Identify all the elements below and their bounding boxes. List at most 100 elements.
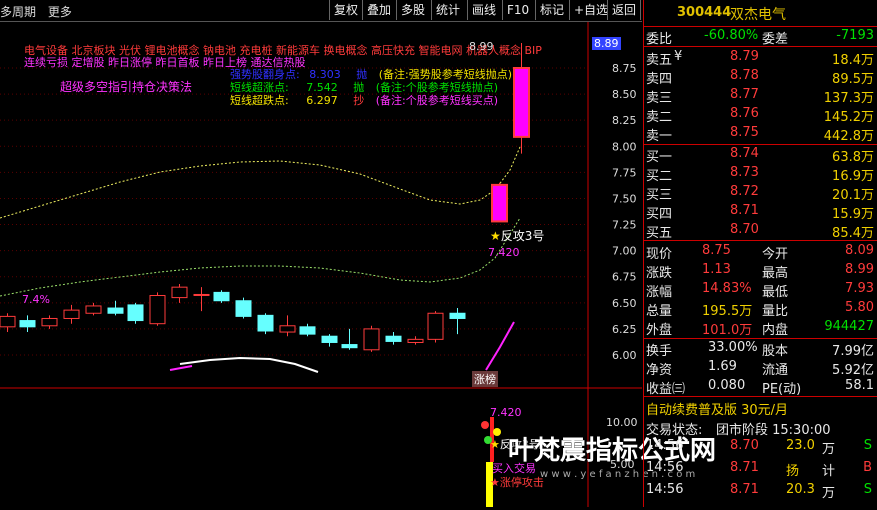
fuquan-button[interactable]: 复权 bbox=[329, 0, 362, 20]
stat2-row[interactable]: 换手 33.00% 股本 7.99亿 bbox=[644, 339, 877, 359]
candle-body[interactable] bbox=[513, 67, 530, 138]
stat-value-2: 7.93 bbox=[845, 281, 874, 296]
bid-volume: 63.8万 bbox=[832, 150, 874, 165]
candle-body[interactable] bbox=[341, 344, 358, 349]
stat-row[interactable]: 外盘 101.0万 内盘 944427 bbox=[644, 318, 877, 338]
pct-label: 7.4% bbox=[22, 293, 50, 306]
stat2-value: 33.00% bbox=[708, 340, 758, 355]
more-button[interactable]: 更多 bbox=[48, 5, 72, 19]
quote-panel: 300444 双杰电气 委比 -60.80% 委差 -7193 卖五 ¥8.79 1… bbox=[643, 0, 877, 507]
stat-label: 涨跌 bbox=[646, 266, 673, 281]
candle-body[interactable] bbox=[427, 312, 444, 340]
ask-row[interactable]: 卖一 8.75 442.8万 bbox=[644, 124, 877, 144]
add-watchlist-button[interactable]: +自选 bbox=[569, 0, 612, 20]
candle-body[interactable] bbox=[0, 315, 16, 328]
candle-body[interactable] bbox=[85, 305, 102, 314]
candle-body[interactable] bbox=[279, 325, 296, 333]
tick-row[interactable]: 14:56 8.70 23.0 万 S bbox=[644, 437, 877, 457]
tick-time: 14:56 bbox=[646, 438, 684, 453]
candle-body[interactable] bbox=[149, 295, 166, 325]
stat2-row[interactable]: 收益㈢ 0.080 PE(动) 58.1 bbox=[644, 377, 877, 397]
stat-row[interactable]: 现价 8.75 今开 8.09 bbox=[644, 242, 877, 262]
y-tick-label: 8.75 bbox=[612, 62, 637, 75]
bid-row[interactable]: 买一 8.74 63.8万 bbox=[644, 145, 877, 165]
candle-body[interactable] bbox=[63, 309, 80, 319]
ask-price: 8.79 bbox=[730, 49, 759, 64]
promo-row[interactable]: 自动续费普及版 30元/月 bbox=[644, 398, 877, 418]
candle-body[interactable] bbox=[299, 326, 316, 335]
draw-line-button[interactable]: 画线 bbox=[467, 0, 500, 20]
ask-label: 卖二 bbox=[646, 110, 673, 125]
bid-price: 8.71 bbox=[730, 203, 759, 218]
bid-row[interactable]: 买五 8.70 85.4万 bbox=[644, 221, 877, 241]
high-price-label: 8.99 bbox=[469, 40, 494, 53]
limit-up-label: ★涨停攻击 bbox=[490, 476, 544, 489]
stat-row[interactable]: 涨跌 1.13 最高 8.99 bbox=[644, 261, 877, 281]
trade-state-row: 交易状态: 团市阶段 15:30:00 bbox=[646, 423, 831, 438]
y-tick-label: 7.00 bbox=[612, 245, 637, 258]
tick-side: S bbox=[863, 438, 872, 453]
stock-code: 300444 bbox=[677, 5, 732, 20]
ask-row[interactable]: 卖五 ¥8.79 18.4万 bbox=[644, 48, 877, 68]
candle-body[interactable] bbox=[491, 183, 508, 223]
y-tick-label: 8.50 bbox=[612, 88, 637, 101]
overlay-button[interactable]: 叠加 bbox=[362, 0, 395, 20]
y-tick-label: 6.75 bbox=[612, 271, 637, 284]
stat-label-2: 内盘 bbox=[762, 323, 789, 338]
stat-row[interactable]: 涨幅 14.83% 最低 7.93 bbox=[644, 280, 877, 300]
multi-period-button[interactable]: 多周期 bbox=[0, 5, 36, 19]
candle-body[interactable] bbox=[41, 317, 58, 327]
ask-volume: 137.3万 bbox=[823, 91, 874, 106]
stat2-label-2: PE(动) bbox=[762, 382, 802, 397]
tick-volume: 扬 bbox=[786, 464, 800, 479]
candle-body[interactable] bbox=[257, 314, 274, 332]
tick-flag: 万 bbox=[822, 442, 836, 457]
band-value-label-2: 7.420 bbox=[490, 406, 522, 419]
candle-body[interactable] bbox=[107, 307, 124, 314]
candle-body[interactable] bbox=[321, 335, 338, 343]
candle-body[interactable] bbox=[449, 312, 466, 319]
candle-body[interactable] bbox=[213, 291, 230, 302]
stat-value: 101.0万 bbox=[702, 323, 753, 338]
mark-button[interactable]: 标记 bbox=[535, 0, 568, 20]
ask-row[interactable]: 卖二 8.76 145.2万 bbox=[644, 105, 877, 125]
tick-row[interactable]: 14:56 8.71 扬 计 B bbox=[644, 459, 877, 479]
candle-body[interactable] bbox=[363, 328, 380, 351]
stat2-label: 收益㈢ bbox=[646, 382, 686, 397]
candle-body[interactable] bbox=[407, 338, 424, 343]
strategy-label: 超级多空指引持仓决策法 bbox=[60, 80, 193, 94]
stat-value: 1.13 bbox=[702, 262, 731, 277]
bid-price: 8.72 bbox=[730, 184, 759, 199]
multi-stock-button[interactable]: 多股 bbox=[396, 0, 429, 20]
ask-flag: ¥ bbox=[674, 49, 683, 64]
bid-row[interactable]: 买三 8.72 20.1万 bbox=[644, 183, 877, 203]
white-trend-line bbox=[179, 356, 319, 373]
magenta-trend-line-left bbox=[169, 365, 193, 371]
f10-button[interactable]: F10 bbox=[502, 0, 533, 20]
bid-row[interactable]: 买二 8.73 16.9万 bbox=[644, 164, 877, 184]
tick-row[interactable]: 14:56 8.71 20.3 万 S bbox=[644, 481, 877, 501]
candle-body[interactable] bbox=[193, 293, 210, 296]
ask-row[interactable]: 卖四 8.78 89.5万 bbox=[644, 67, 877, 87]
ask-row[interactable]: 卖三 8.77 137.3万 bbox=[644, 86, 877, 106]
y-tick-label: 7.50 bbox=[612, 192, 637, 205]
stat-value: 195.5万 bbox=[702, 304, 753, 319]
candle-body[interactable] bbox=[171, 286, 188, 299]
stat2-row[interactable]: 净资 1.69 流通 5.92亿 bbox=[644, 358, 877, 378]
candle-body[interactable] bbox=[385, 335, 402, 342]
y-axis-ticks: 8.75 8.50 8.25 8.00 7.75 7.50 7.25 7.00 6.75 6.50… bbox=[612, 62, 637, 362]
bid-row[interactable]: 买四 8.71 15.9万 bbox=[644, 202, 877, 222]
kline-chart[interactable]: 8.75 8.50 8.25 8.00 7.75 7.50 7.25 7.00 6.75 6.50… bbox=[0, 22, 716, 507]
bid-volume: 15.9万 bbox=[832, 207, 874, 222]
candle-body[interactable] bbox=[127, 304, 144, 322]
candle-body[interactable] bbox=[19, 320, 36, 328]
ask-price: 8.76 bbox=[730, 106, 759, 121]
statistics-button[interactable]: 统计 bbox=[431, 0, 464, 20]
stat-row[interactable]: 总量 195.5万 量比 5.80 bbox=[644, 299, 877, 319]
ask-label: 卖五 bbox=[646, 53, 673, 68]
candle-body[interactable] bbox=[235, 300, 252, 317]
back-button[interactable]: 返回 bbox=[607, 0, 642, 20]
stat-label-2: 最低 bbox=[762, 285, 789, 300]
bid-price: 8.74 bbox=[730, 146, 759, 161]
ask-price: 8.75 bbox=[730, 125, 759, 140]
